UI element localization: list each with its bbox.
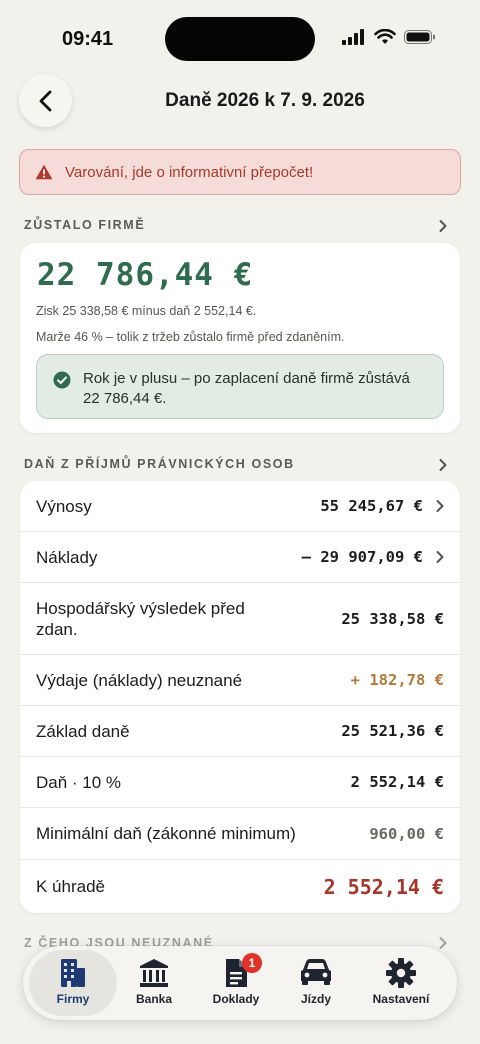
row-label: Náklady [36,547,98,567]
dynamic-island [165,17,315,61]
row-label: K úhradě [36,877,105,896]
notification-badge: 1 [242,953,262,973]
row-value: 960,00 € [369,824,444,843]
warning-banner: Varování, jde o informativní přepočet! [19,149,461,195]
tax-row-due: K úhradě 2 552,14 € [20,860,460,913]
tax-row-nondeductible: Výdaje (náklady) neuznané + 182,78 € [20,655,460,706]
row-label: Daň · 10 % [36,772,122,792]
profit-line: Zisk 25 338,58 € mínus daň 2 552,14 €. [36,304,257,318]
tab-label: Jízdy [300,992,331,1006]
row-value: – 29 907,09 € [301,548,423,566]
bank-icon [140,959,168,987]
section-title-tax: DAŇ Z PŘÍJMŮ PRÁVNICKÝCH OSOB [24,457,295,471]
tab-label: Nastavení [372,992,430,1006]
signal-icon [342,29,364,45]
tax-row-tax: Daň · 10 % 2 552,14 € [20,757,460,808]
tab-firmy[interactable]: Firmy [29,950,117,1016]
row-value: 25 338,58 € [341,609,444,628]
tab-label: Banka [135,992,173,1006]
system-icons [342,29,436,45]
tab-doklady[interactable]: 1 Doklady [196,946,276,1020]
car-icon [301,959,331,985]
margin-line: Marže 46 % – tolik z tržeb zůstalo firmě… [36,330,345,344]
tab-bar: Firmy Banka 1 Doklady Jízdy Nastavení [23,946,457,1020]
success-box: Rok je v plusu – po zaplacení daně firmě… [36,354,444,419]
chevron-right-icon [436,500,444,512]
tax-row-profit: Hospodářský výsledek před zdan. 25 338,5… [20,583,460,655]
building-icon [61,959,85,987]
tax-card: Výnosy 55 245,67 € Náklady – 29 907,09 €… [20,481,460,913]
gear-icon [386,958,416,988]
tax-row-costs[interactable]: Náklady – 29 907,09 € [20,532,460,583]
section-title-remaining: ZŮSTALO FIRMĚ [24,218,146,232]
chevron-right-icon[interactable] [438,219,448,233]
row-value: 25 521,36 € [341,722,444,740]
due-amount: 2 552,14 € [323,874,444,899]
tab-banka[interactable]: Banka [114,946,194,1020]
chevron-right-icon [436,551,444,563]
check-circle-icon [53,371,71,389]
row-value: 55 245,67 € [320,497,423,515]
chevron-left-icon [39,90,51,111]
tab-nastaveni[interactable]: Nastavení [361,946,441,1020]
header: Daně 2026 k 7. 9. 2026 [0,72,480,130]
tax-row-tax-base: Základ daně 25 521,36 € [20,706,460,757]
status-bar: 09:41 [0,0,480,78]
success-text: Rok je v plusu – po zaplacení daně firmě… [83,370,410,407]
row-label: Výdaje (náklady) neuznané [36,670,243,690]
row-label: Základ daně [36,721,130,741]
row-label: Hospodářský výsledek před zdan. [36,598,245,639]
remaining-card: 22 786,44 € Zisk 25 338,58 € mínus daň 2… [20,243,460,433]
tax-row-minimum: Minimální daň (zákonné minimum) 960,00 € [20,808,460,860]
wifi-icon [374,29,396,44]
row-value: + 182,78 € [350,671,444,689]
battery-icon [404,30,435,44]
remaining-amount: 22 786,44 € [37,257,254,293]
tax-row-revenue[interactable]: Výnosy 55 245,67 € [20,481,460,532]
warning-icon [35,164,53,180]
tab-label: Doklady [212,992,260,1006]
chevron-right-icon[interactable] [438,458,448,472]
row-value: 2 552,14 € [350,773,444,791]
status-time: 09:41 [62,28,114,50]
row-label: Minimální daň (zákonné minimum) [36,824,296,843]
tab-jizdy[interactable]: Jízdy [276,946,356,1020]
back-button[interactable] [19,74,72,127]
page-title: Daně 2026 k 7. 9. 2026 [165,90,365,111]
warning-text: Varování, jde o informativní přepočet! [65,163,314,181]
tab-label: Firmy [56,992,90,1006]
row-label: Výnosy [36,496,92,516]
